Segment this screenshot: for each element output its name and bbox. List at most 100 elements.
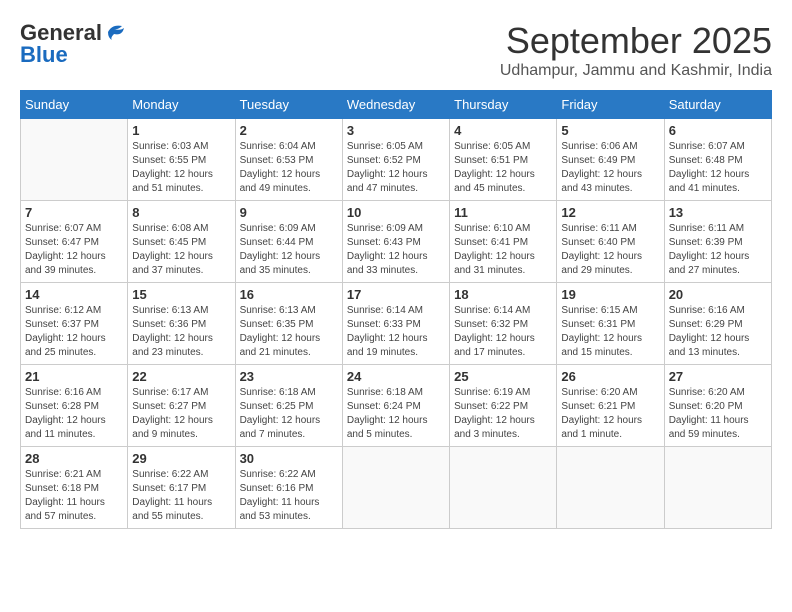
day-info: Sunrise: 6:17 AM Sunset: 6:27 PM Dayligh… bbox=[132, 386, 230, 442]
day-number: 21 bbox=[25, 369, 123, 384]
calendar-cell: 28 Sunrise: 6:21 AM Sunset: 6:18 PM Dayli… bbox=[21, 447, 128, 529]
weekday-header: Friday bbox=[557, 91, 664, 119]
day-number: 8 bbox=[132, 205, 230, 220]
day-number: 28 bbox=[25, 451, 123, 466]
calendar-cell: 29 Sunrise: 6:22 AM Sunset: 6:17 PM Dayli… bbox=[128, 447, 235, 529]
day-number: 30 bbox=[240, 451, 338, 466]
weekday-header: Wednesday bbox=[342, 91, 449, 119]
day-number: 7 bbox=[25, 205, 123, 220]
calendar-cell: 20 Sunrise: 6:16 AM Sunset: 6:29 PM Dayli… bbox=[664, 283, 771, 365]
weekday-header: Thursday bbox=[450, 91, 557, 119]
weekday-header: Saturday bbox=[664, 91, 771, 119]
day-number: 9 bbox=[240, 205, 338, 220]
weekday-header: Tuesday bbox=[235, 91, 342, 119]
month-title: September 2025 bbox=[500, 20, 772, 62]
day-number: 17 bbox=[347, 287, 445, 302]
calendar-cell: 7 Sunrise: 6:07 AM Sunset: 6:47 PM Daylig… bbox=[21, 201, 128, 283]
day-info: Sunrise: 6:20 AM Sunset: 6:20 PM Dayligh… bbox=[669, 386, 767, 442]
day-number: 22 bbox=[132, 369, 230, 384]
day-number: 10 bbox=[347, 205, 445, 220]
day-info: Sunrise: 6:11 AM Sunset: 6:40 PM Dayligh… bbox=[561, 222, 659, 278]
calendar-cell bbox=[21, 119, 128, 201]
calendar-cell: 3Sunrise: 6:05 AM Sunset: 6:52 PM Daylig… bbox=[342, 119, 449, 201]
calendar-cell: 15 Sunrise: 6:13 AM Sunset: 6:36 PM Dayli… bbox=[128, 283, 235, 365]
weekday-header: Monday bbox=[128, 91, 235, 119]
day-number: 26 bbox=[561, 369, 659, 384]
calendar-cell: 2 Sunrise: 6:04 AM Sunset: 6:53 PM Daylig… bbox=[235, 119, 342, 201]
day-info: Sunrise: 6:11 AM Sunset: 6:39 PM Dayligh… bbox=[669, 222, 767, 278]
day-number: 6 bbox=[669, 123, 767, 138]
day-number: 18 bbox=[454, 287, 552, 302]
calendar-cell bbox=[450, 447, 557, 529]
weekday-header: Sunday bbox=[21, 91, 128, 119]
day-info: Sunrise: 6:09 AM Sunset: 6:44 PM Dayligh… bbox=[240, 222, 338, 278]
calendar-cell: 26 Sunrise: 6:20 AM Sunset: 6:21 PM Dayli… bbox=[557, 365, 664, 447]
calendar-cell: 21Sunrise: 6:16 AM Sunset: 6:28 PM Dayli… bbox=[21, 365, 128, 447]
location-subtitle: Udhampur, Jammu and Kashmir, India bbox=[500, 62, 772, 80]
calendar-cell: 9 Sunrise: 6:09 AM Sunset: 6:44 PM Daylig… bbox=[235, 201, 342, 283]
calendar-header-row: SundayMondayTuesdayWednesdayThursdayFrid… bbox=[21, 91, 772, 119]
day-info: Sunrise: 6:14 AM Sunset: 6:32 PM Dayligh… bbox=[454, 304, 552, 360]
day-info: Sunrise: 6:04 AM Sunset: 6:53 PM Dayligh… bbox=[240, 140, 338, 196]
day-number: 1 bbox=[132, 123, 230, 138]
calendar-week-row: 28 Sunrise: 6:21 AM Sunset: 6:18 PM Dayli… bbox=[21, 447, 772, 529]
day-number: 5 bbox=[561, 123, 659, 138]
day-number: 11 bbox=[454, 205, 552, 220]
calendar-cell: 23 Sunrise: 6:18 AM Sunset: 6:25 PM Dayli… bbox=[235, 365, 342, 447]
day-info: Sunrise: 6:12 AM Sunset: 6:37 PM Dayligh… bbox=[25, 304, 123, 360]
calendar-cell: 8Sunrise: 6:08 AM Sunset: 6:45 PM Daylig… bbox=[128, 201, 235, 283]
day-info: Sunrise: 6:06 AM Sunset: 6:49 PM Dayligh… bbox=[561, 140, 659, 196]
day-info: Sunrise: 6:16 AM Sunset: 6:29 PM Dayligh… bbox=[669, 304, 767, 360]
calendar-cell bbox=[664, 447, 771, 529]
day-number: 20 bbox=[669, 287, 767, 302]
day-info: Sunrise: 6:21 AM Sunset: 6:18 PM Dayligh… bbox=[25, 468, 123, 524]
calendar-cell: 22 Sunrise: 6:17 AM Sunset: 6:27 PM Dayli… bbox=[128, 365, 235, 447]
logo-bird-icon bbox=[104, 22, 126, 42]
day-info: Sunrise: 6:10 AM Sunset: 6:41 PM Dayligh… bbox=[454, 222, 552, 278]
day-info: Sunrise: 6:07 AM Sunset: 6:47 PM Dayligh… bbox=[25, 222, 123, 278]
calendar-cell: 18 Sunrise: 6:14 AM Sunset: 6:32 PM Dayli… bbox=[450, 283, 557, 365]
calendar-cell: 5 Sunrise: 6:06 AM Sunset: 6:49 PM Daylig… bbox=[557, 119, 664, 201]
calendar-cell: 4 Sunrise: 6:05 AM Sunset: 6:51 PM Daylig… bbox=[450, 119, 557, 201]
day-info: Sunrise: 6:18 AM Sunset: 6:24 PM Dayligh… bbox=[347, 386, 445, 442]
day-info: Sunrise: 6:07 AM Sunset: 6:48 PM Dayligh… bbox=[669, 140, 767, 196]
day-info: Sunrise: 6:22 AM Sunset: 6:16 PM Dayligh… bbox=[240, 468, 338, 524]
calendar-cell: 14Sunrise: 6:12 AM Sunset: 6:37 PM Dayli… bbox=[21, 283, 128, 365]
calendar-cell: 19Sunrise: 6:15 AM Sunset: 6:31 PM Dayli… bbox=[557, 283, 664, 365]
calendar-cell: 11 Sunrise: 6:10 AM Sunset: 6:41 PM Dayli… bbox=[450, 201, 557, 283]
day-info: Sunrise: 6:22 AM Sunset: 6:17 PM Dayligh… bbox=[132, 468, 230, 524]
calendar-week-row: 7 Sunrise: 6:07 AM Sunset: 6:47 PM Daylig… bbox=[21, 201, 772, 283]
calendar-cell: 1 Sunrise: 6:03 AM Sunset: 6:55 PM Daylig… bbox=[128, 119, 235, 201]
day-info: Sunrise: 6:13 AM Sunset: 6:35 PM Dayligh… bbox=[240, 304, 338, 360]
calendar-cell: 6 Sunrise: 6:07 AM Sunset: 6:48 PM Daylig… bbox=[664, 119, 771, 201]
calendar-cell: 17 Sunrise: 6:14 AM Sunset: 6:33 PM Dayli… bbox=[342, 283, 449, 365]
day-info: Sunrise: 6:09 AM Sunset: 6:43 PM Dayligh… bbox=[347, 222, 445, 278]
day-number: 15 bbox=[132, 287, 230, 302]
day-info: Sunrise: 6:19 AM Sunset: 6:22 PM Dayligh… bbox=[454, 386, 552, 442]
logo-blue-text: Blue bbox=[20, 42, 68, 68]
day-info: Sunrise: 6:18 AM Sunset: 6:25 PM Dayligh… bbox=[240, 386, 338, 442]
calendar-cell: 25 Sunrise: 6:19 AM Sunset: 6:22 PM Dayli… bbox=[450, 365, 557, 447]
day-number: 29 bbox=[132, 451, 230, 466]
calendar-cell: 10 Sunrise: 6:09 AM Sunset: 6:43 PM Dayli… bbox=[342, 201, 449, 283]
day-info: Sunrise: 6:14 AM Sunset: 6:33 PM Dayligh… bbox=[347, 304, 445, 360]
calendar-week-row: 1 Sunrise: 6:03 AM Sunset: 6:55 PM Daylig… bbox=[21, 119, 772, 201]
day-number: 16 bbox=[240, 287, 338, 302]
calendar-cell: 13 Sunrise: 6:11 AM Sunset: 6:39 PM Dayli… bbox=[664, 201, 771, 283]
calendar-cell bbox=[557, 447, 664, 529]
day-number: 13 bbox=[669, 205, 767, 220]
calendar-table: SundayMondayTuesdayWednesdayThursdayFrid… bbox=[20, 90, 772, 529]
calendar-cell: 30 Sunrise: 6:22 AM Sunset: 6:16 PM Dayli… bbox=[235, 447, 342, 529]
day-info: Sunrise: 6:20 AM Sunset: 6:21 PM Dayligh… bbox=[561, 386, 659, 442]
day-number: 27 bbox=[669, 369, 767, 384]
title-section: September 2025 Udhampur, Jammu and Kashm… bbox=[500, 20, 772, 80]
day-number: 25 bbox=[454, 369, 552, 384]
day-info: Sunrise: 6:03 AM Sunset: 6:55 PM Dayligh… bbox=[132, 140, 230, 196]
day-number: 4 bbox=[454, 123, 552, 138]
calendar-cell: 12Sunrise: 6:11 AM Sunset: 6:40 PM Dayli… bbox=[557, 201, 664, 283]
calendar-cell: 27 Sunrise: 6:20 AM Sunset: 6:20 PM Dayli… bbox=[664, 365, 771, 447]
day-info: Sunrise: 6:13 AM Sunset: 6:36 PM Dayligh… bbox=[132, 304, 230, 360]
day-number: 2 bbox=[240, 123, 338, 138]
day-info: Sunrise: 6:05 AM Sunset: 6:51 PM Dayligh… bbox=[454, 140, 552, 196]
day-number: 23 bbox=[240, 369, 338, 384]
